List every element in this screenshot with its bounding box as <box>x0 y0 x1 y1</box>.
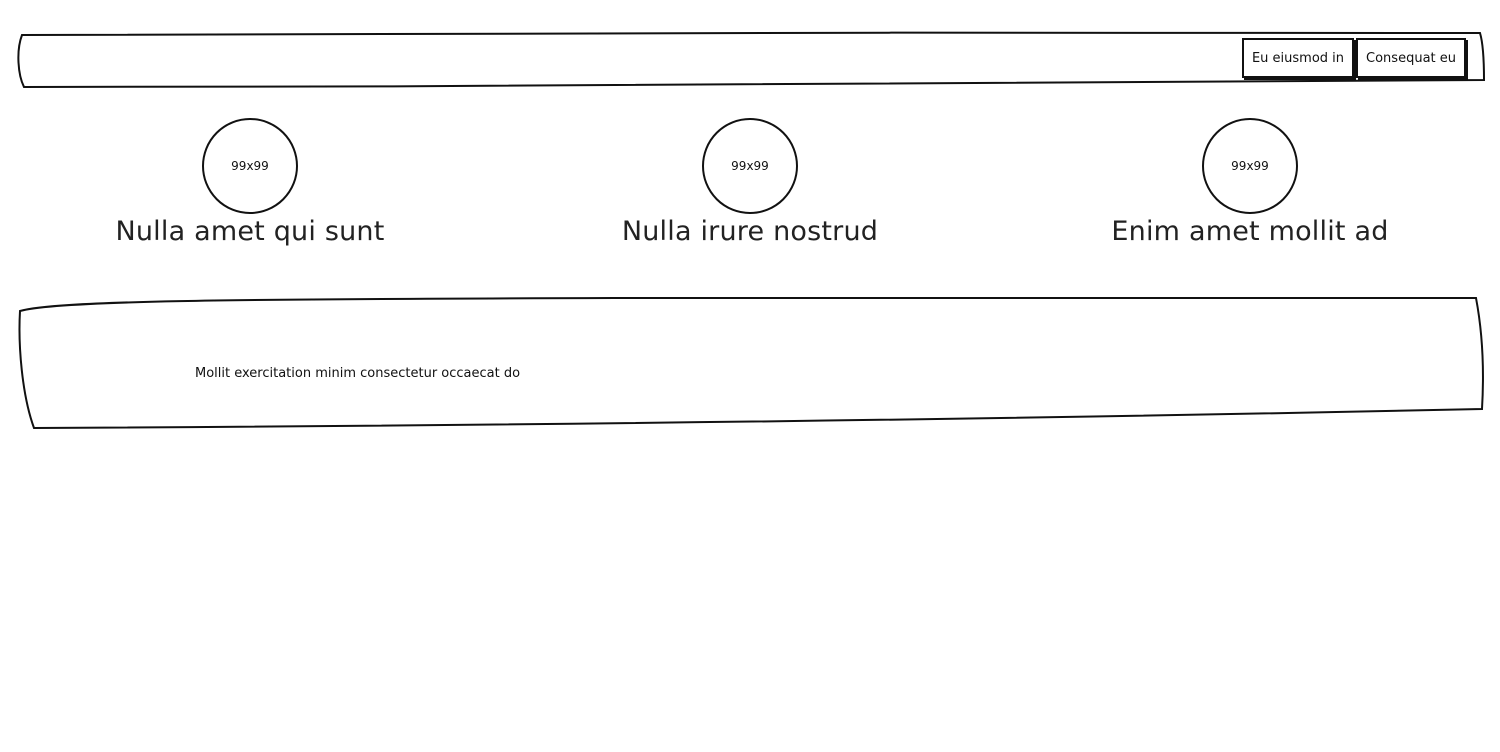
feature-item: 99x99 Nulla irure nostrud <box>550 118 950 247</box>
feature-row: 99x99 Nulla amet qui sunt 99x99 Nulla ir… <box>0 118 1500 268</box>
content-text: Mollit exercitation minim consectetur oc… <box>195 366 521 381</box>
feature-title: Nulla amet qui sunt <box>115 216 385 247</box>
feature-item: 99x99 Nulla amet qui sunt <box>50 118 450 247</box>
image-placeholder: 99x99 <box>202 118 298 214</box>
image-placeholder: 99x99 <box>1202 118 1298 214</box>
nav-button-eu-eiusmod-in[interactable]: Eu eiusmod in <box>1241 38 1355 78</box>
nav-button-consequat-eu[interactable]: Consequat eu <box>1356 38 1466 78</box>
top-nav: Eu eiusmod in Consequat eu <box>1241 38 1466 78</box>
content-panel <box>18 297 1484 430</box>
feature-item: 99x99 Enim amet mollit ad <box>1050 118 1450 247</box>
feature-title: Enim amet mollit ad <box>1111 216 1389 247</box>
feature-title: Nulla irure nostrud <box>621 216 879 247</box>
image-placeholder: 99x99 <box>702 118 798 214</box>
